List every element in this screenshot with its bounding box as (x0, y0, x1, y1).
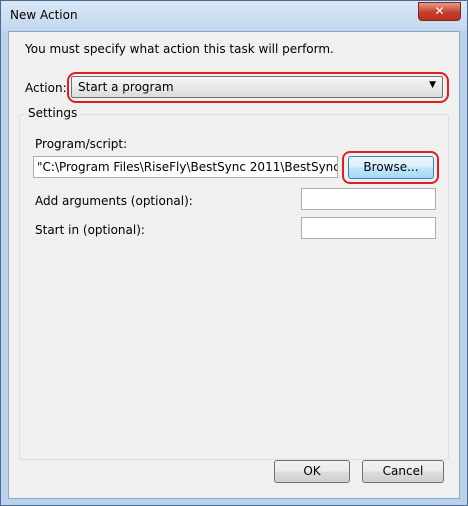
cancel-button-label: Cancel (382, 464, 424, 478)
program-script-input[interactable]: "C:\Program Files\RiseFly\BestSync 2011\… (33, 156, 338, 178)
window-title: New Action (10, 8, 78, 22)
add-arguments-input[interactable] (301, 188, 436, 210)
dialog-body: You must specify what action this task w… (8, 31, 460, 499)
action-label: Action: (25, 81, 67, 95)
add-arguments-label: Add arguments (optional): (35, 194, 193, 208)
title-bar[interactable]: New Action ✕ (1, 1, 467, 31)
program-script-value: "C:\Program Files\RiseFly\BestSync 2011\… (37, 160, 337, 174)
start-in-input[interactable] (301, 217, 436, 239)
new-action-window: New Action ✕ You must specify what actio… (0, 0, 468, 506)
instruction-text: You must specify what action this task w… (25, 42, 334, 56)
program-script-label: Program/script: (35, 137, 128, 151)
start-in-label: Start in (optional): (35, 223, 145, 237)
close-button[interactable]: ✕ (418, 2, 461, 21)
ok-button[interactable]: OK (274, 460, 350, 483)
highlight-browse-button (342, 151, 439, 184)
settings-group-label: Settings (25, 106, 81, 120)
close-icon: ✕ (434, 4, 445, 18)
ok-button-label: OK (303, 464, 321, 478)
highlight-action-dropdown (67, 72, 449, 103)
cancel-button[interactable]: Cancel (362, 460, 444, 483)
